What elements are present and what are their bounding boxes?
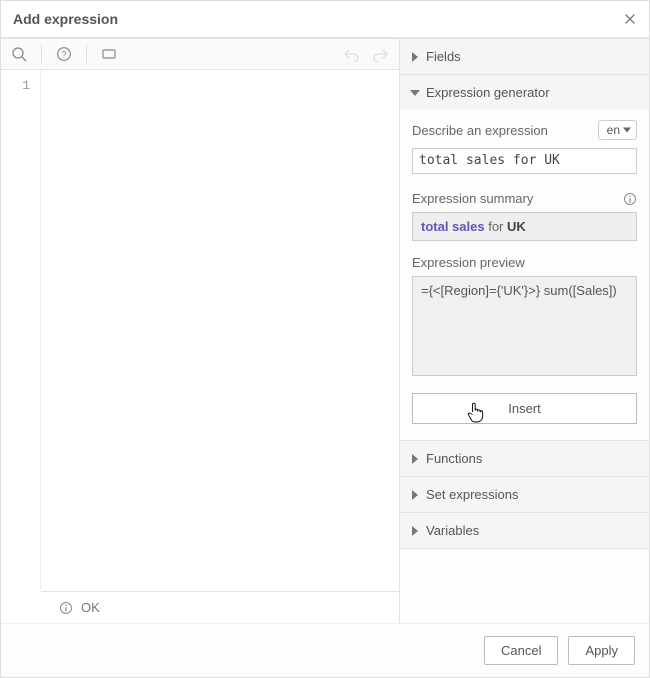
toolbar-separator <box>86 45 87 63</box>
preview-label: Expression preview <box>412 255 525 270</box>
summary-label: Expression summary <box>412 191 533 206</box>
expression-summary: total sales for UK <box>412 212 637 241</box>
info-icon <box>59 601 73 615</box>
status-bar: OK <box>41 591 399 623</box>
accordion-variables: Variables <box>400 513 649 549</box>
accordion-functions: Functions <box>400 441 649 477</box>
gutter-line-number: 1 <box>5 78 30 93</box>
insert-label: Insert <box>508 401 541 416</box>
accordion-label: Fields <box>426 49 461 64</box>
summary-part-b: UK <box>507 219 526 234</box>
expression-preview[interactable] <box>412 276 637 376</box>
accordion-header-fields[interactable]: Fields <box>400 39 649 74</box>
accordion-header-variables[interactable]: Variables <box>400 513 649 548</box>
describe-label: Describe an expression <box>412 123 548 138</box>
redo-icon[interactable] <box>373 46 389 62</box>
insert-button[interactable]: Insert <box>412 393 637 424</box>
dialog-main: ? 1 <box>1 39 649 624</box>
accordion-label: Expression generator <box>426 85 550 100</box>
chevron-right-icon <box>412 490 418 500</box>
accordion-header-generator[interactable]: Expression generator <box>400 75 649 110</box>
pointer-cursor-icon <box>465 400 485 424</box>
dialog-footer: Cancel Apply <box>1 624 649 677</box>
accordion-header-functions[interactable]: Functions <box>400 441 649 476</box>
expression-editor[interactable] <box>41 70 399 591</box>
cancel-button[interactable]: Cancel <box>484 636 558 665</box>
describe-row: Describe an expression en <box>412 120 637 140</box>
describe-input[interactable] <box>412 148 637 174</box>
close-button[interactable] <box>623 12 637 26</box>
dialog-header: Add expression <box>1 1 649 39</box>
editor-area: 1 <box>1 70 399 591</box>
accordion-expression-generator: Expression generator Describe an express… <box>400 75 649 441</box>
search-icon[interactable] <box>11 46 27 62</box>
accordion-header-setexpr[interactable]: Set expressions <box>400 477 649 512</box>
chevron-right-icon <box>412 454 418 464</box>
accordion-set-expressions: Set expressions <box>400 477 649 513</box>
preview-label-row: Expression preview <box>412 255 637 270</box>
summary-part-a: total sales <box>421 219 485 234</box>
info-icon[interactable] <box>623 192 637 206</box>
apply-button[interactable]: Apply <box>568 636 635 665</box>
fullscreen-icon[interactable] <box>101 46 117 62</box>
chevron-right-icon <box>412 526 418 536</box>
chevron-right-icon <box>412 52 418 62</box>
svg-text:?: ? <box>61 50 66 60</box>
status-text: OK <box>81 600 100 615</box>
left-panel: ? 1 <box>1 39 400 623</box>
accordion-label: Set expressions <box>426 487 519 502</box>
right-panel: Fields Expression generator Describe an … <box>400 39 649 623</box>
accordion-label: Functions <box>426 451 482 466</box>
add-expression-dialog: Add expression ? <box>0 0 650 678</box>
accordion-body-generator: Describe an expression en Expression sum… <box>400 110 649 440</box>
help-icon[interactable]: ? <box>56 46 72 62</box>
undo-icon[interactable] <box>343 46 359 62</box>
dialog-title: Add expression <box>13 11 118 27</box>
editor-toolbar: ? <box>1 39 399 70</box>
accordion-label: Variables <box>426 523 479 538</box>
summary-part-mid: for <box>485 219 507 234</box>
editor-gutter: 1 <box>1 70 41 591</box>
summary-label-row: Expression summary <box>412 191 637 206</box>
chevron-down-icon <box>410 90 420 96</box>
toolbar-separator <box>41 45 42 63</box>
language-select[interactable]: en <box>598 120 637 140</box>
accordion-fields: Fields <box>400 39 649 75</box>
